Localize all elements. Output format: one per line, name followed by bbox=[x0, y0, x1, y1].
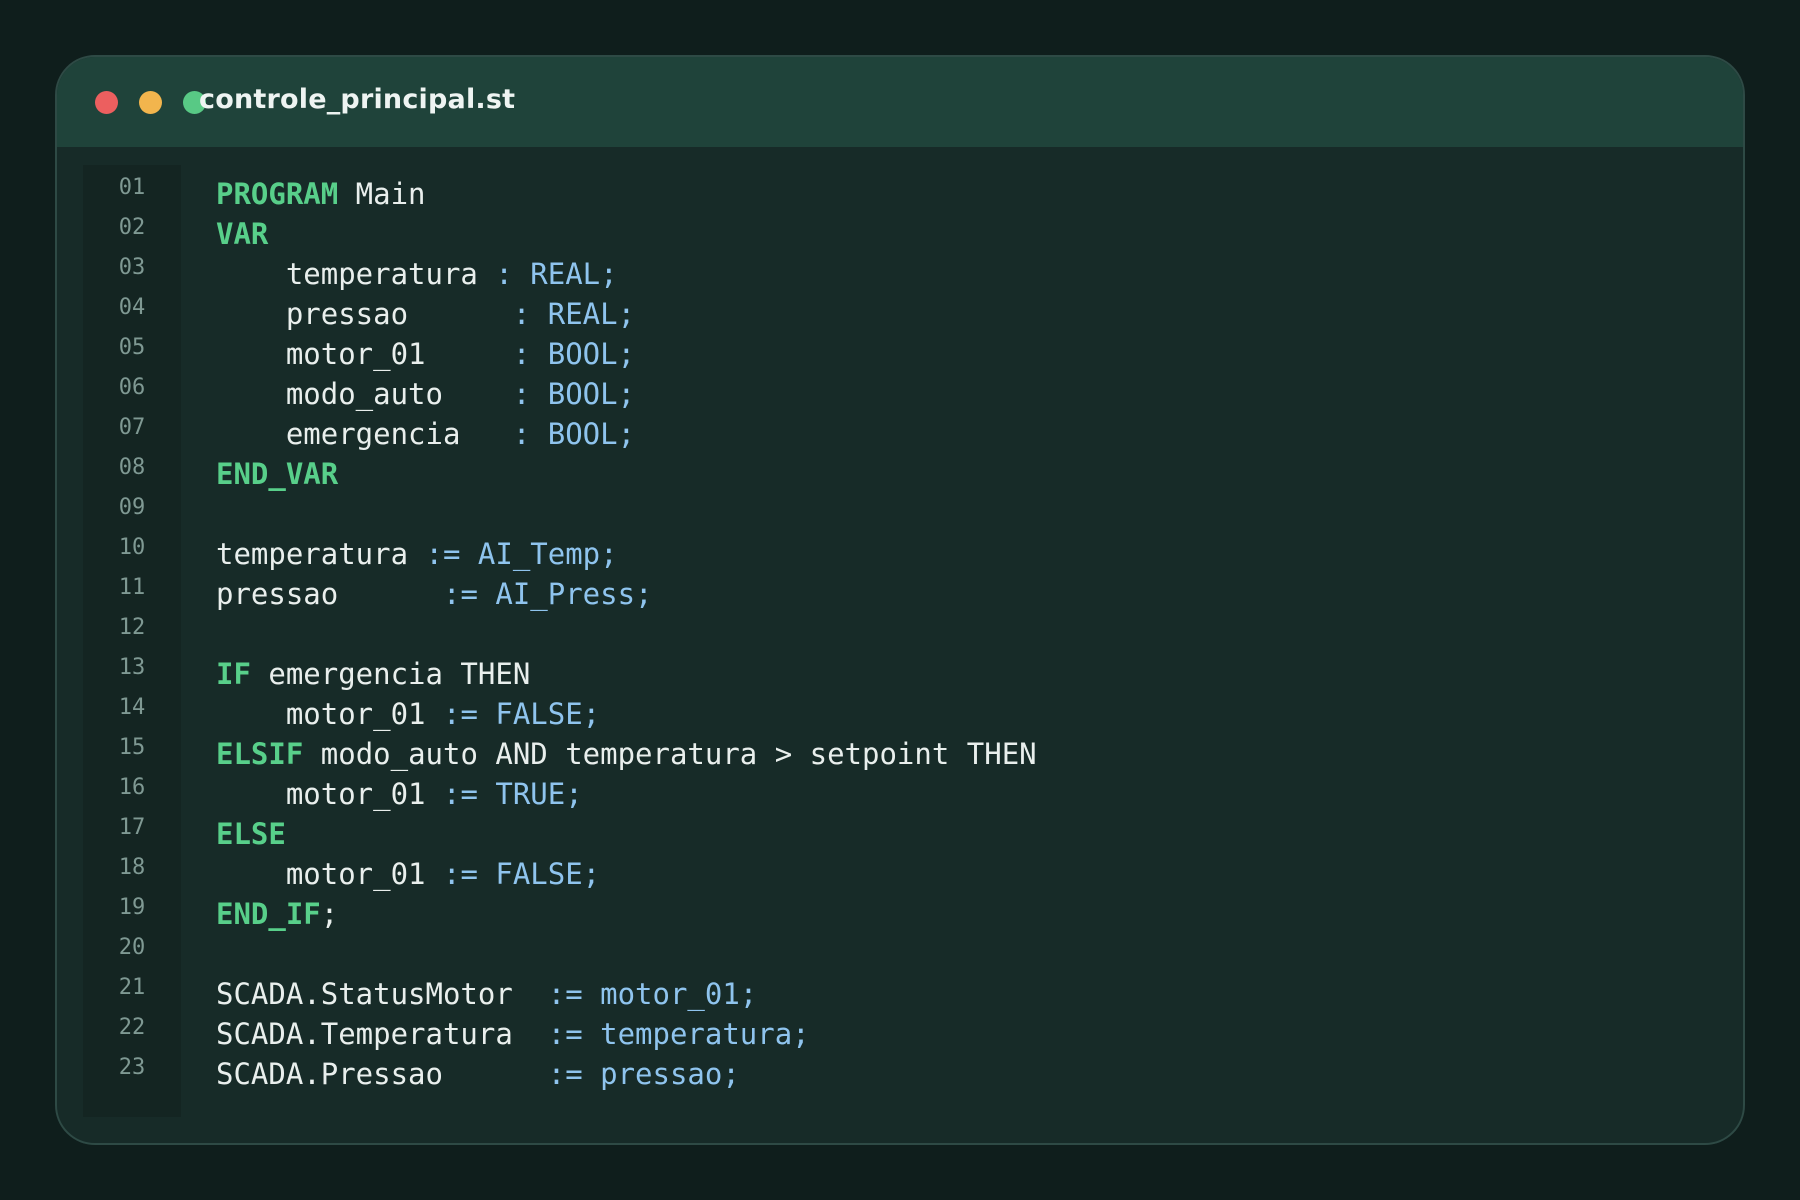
text-token: SCADA.StatusMotor bbox=[216, 977, 548, 1011]
text-token: emergencia bbox=[216, 417, 513, 451]
line-number: 17 bbox=[118, 815, 146, 840]
text-token: emergencia THEN bbox=[250, 657, 531, 691]
value-token: := FALSE; bbox=[442, 697, 601, 731]
code-line: pressao : REAL; bbox=[216, 294, 635, 334]
value-token: := motor_01; bbox=[547, 977, 758, 1011]
line-number: 12 bbox=[118, 615, 146, 640]
line-number: 11 bbox=[118, 575, 146, 600]
text-token: motor_01 bbox=[216, 857, 443, 891]
title-bar: controle_principal.st bbox=[57, 57, 1743, 147]
line-number: 21 bbox=[118, 975, 146, 1000]
code-line: SCADA.StatusMotor := motor_01; bbox=[216, 974, 757, 1014]
line-number: 15 bbox=[118, 735, 146, 760]
code-line: END_VAR bbox=[216, 454, 338, 494]
line-number: 22 bbox=[118, 1015, 146, 1040]
text-token: pressao bbox=[216, 577, 443, 611]
keyword-token: END_VAR bbox=[216, 457, 339, 491]
keyword-token: IF bbox=[216, 657, 251, 691]
text-token: temperatura bbox=[216, 257, 496, 291]
code-line: SCADA.Pressao := pressao; bbox=[216, 1054, 740, 1094]
line-number: 16 bbox=[118, 775, 146, 800]
value-token: := pressao; bbox=[547, 1057, 740, 1091]
code-line: temperatura := AI_Temp; bbox=[216, 534, 618, 574]
text-token: SCADA.Temperatura bbox=[216, 1017, 548, 1051]
text-token: modo_auto bbox=[216, 377, 513, 411]
editor-window: controle_principal.st 01 02 03 04 05 06 07 08 09… bbox=[55, 55, 1745, 1145]
line-number: 02 bbox=[118, 215, 146, 240]
file-name: controle_principal.st bbox=[199, 84, 516, 115]
keyword-token: ELSIF bbox=[216, 737, 304, 771]
code-line: temperatura : REAL; bbox=[216, 254, 618, 294]
code-line: IF emergencia THEN bbox=[216, 654, 530, 694]
line-number: 18 bbox=[118, 855, 146, 880]
line-number: 09 bbox=[118, 495, 146, 520]
text-token: motor_01 bbox=[216, 337, 513, 371]
line-number: 01 bbox=[118, 175, 146, 200]
value-token: : REAL; bbox=[512, 297, 636, 331]
line-number: 05 bbox=[118, 335, 146, 360]
value-token: := TRUE; bbox=[442, 777, 583, 811]
text-token: Main bbox=[338, 177, 426, 211]
close-dot-icon[interactable] bbox=[95, 91, 118, 114]
keyword-token: PROGRAM bbox=[216, 177, 339, 211]
line-number: 07 bbox=[118, 415, 146, 440]
keyword-token: VAR bbox=[216, 217, 269, 251]
line-number: 10 bbox=[118, 535, 146, 560]
value-token: : BOOL; bbox=[512, 417, 636, 451]
line-number: 19 bbox=[118, 895, 146, 920]
line-number-gutter: 01 02 03 04 05 06 07 08 09 10 11 12 13 14 15 16 17 18 19 20… bbox=[83, 165, 181, 1117]
line-number: 04 bbox=[118, 295, 146, 320]
keyword-token: END_IF bbox=[216, 897, 321, 931]
value-token: := FALSE; bbox=[442, 857, 601, 891]
value-token: := temperatura; bbox=[547, 1017, 810, 1051]
value-token: : BOOL; bbox=[512, 377, 636, 411]
line-number: 13 bbox=[118, 655, 146, 680]
line-number: 14 bbox=[118, 695, 146, 720]
text-token: motor_01 bbox=[216, 697, 443, 731]
code-line: VAR bbox=[216, 214, 268, 254]
text-token: SCADA.Pressao bbox=[216, 1057, 548, 1091]
code-line: PROGRAM Main bbox=[216, 174, 426, 214]
code-line: motor_01 := FALSE; bbox=[216, 694, 600, 734]
code-line: END_IF; bbox=[216, 894, 338, 934]
keyword-token: ELSE bbox=[216, 817, 286, 851]
text-token: ; bbox=[320, 897, 339, 931]
line-number: 23 bbox=[118, 1055, 146, 1080]
line-number: 03 bbox=[118, 255, 146, 280]
value-token: := AI_Press; bbox=[442, 577, 653, 611]
code-line: motor_01 := TRUE; bbox=[216, 774, 583, 814]
line-number: 20 bbox=[118, 935, 146, 960]
code-line: ELSE bbox=[216, 814, 286, 854]
code-line: SCADA.Temperatura := temperatura; bbox=[216, 1014, 810, 1054]
code-line: pressao := AI_Press; bbox=[216, 574, 653, 614]
minimize-dot-icon[interactable] bbox=[139, 91, 162, 114]
value-token: : REAL; bbox=[495, 257, 618, 291]
code-line: motor_01 := FALSE; bbox=[216, 854, 600, 894]
text-token: pressao bbox=[216, 297, 513, 331]
line-number: 06 bbox=[118, 375, 146, 400]
code-line: emergencia : BOOL; bbox=[216, 414, 635, 454]
value-token: : BOOL; bbox=[512, 337, 636, 371]
text-token: modo_auto AND temperatura > setpoint THE… bbox=[303, 737, 1037, 771]
code-line: modo_auto : BOOL; bbox=[216, 374, 635, 414]
code-line: ELSIF modo_auto AND temperatura > setpoi… bbox=[216, 734, 1037, 774]
code-line: motor_01 : BOOL; bbox=[216, 334, 635, 374]
text-token: temperatura bbox=[216, 537, 426, 571]
text-token: motor_01 bbox=[216, 777, 443, 811]
line-number: 08 bbox=[118, 455, 146, 480]
value-token: := AI_Temp; bbox=[425, 537, 618, 571]
